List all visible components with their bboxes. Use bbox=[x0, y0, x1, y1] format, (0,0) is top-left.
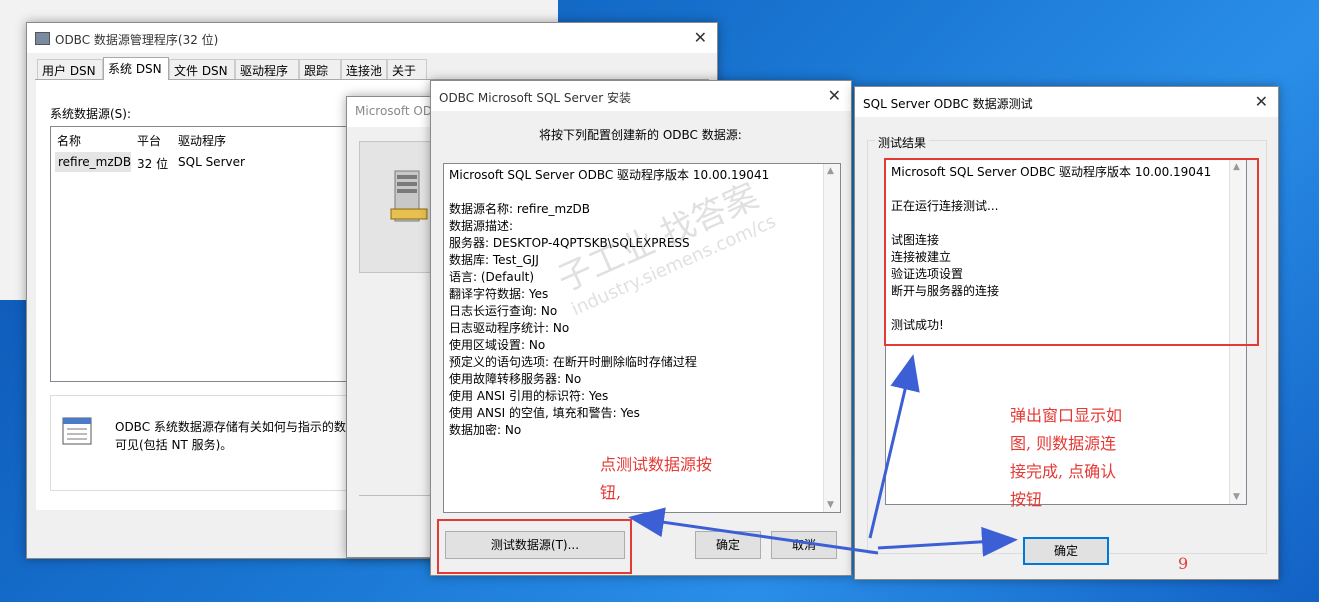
config-line: 数据加密: No bbox=[449, 423, 522, 437]
tab-about[interactable]: 关于 bbox=[387, 59, 427, 79]
dsn-platform-cell: 32 位 bbox=[137, 157, 169, 171]
note-line: 图, 则数据源连 bbox=[1010, 434, 1117, 453]
config-line: 使用 ANSI 的空值, 填充和警告: Yes bbox=[449, 406, 640, 420]
config-line: 翻译字符数据: Yes bbox=[449, 287, 549, 301]
config-line: 服务器: DESKTOP-4QPTSKB\SQLEXPRESS bbox=[449, 236, 690, 250]
info-box: ODBC 系统数据源存储有关如何与指示的数 可见(包括 NT 服务)。 bbox=[50, 395, 352, 491]
close-icon[interactable]: ✕ bbox=[694, 28, 707, 47]
tab-connection-pooling[interactable]: 连接池 bbox=[341, 59, 387, 79]
dsn-driver-cell: SQL Server bbox=[178, 155, 245, 169]
setup-title: ODBC Microsoft SQL Server 安装 bbox=[439, 91, 632, 105]
note-line: 接完成, 点确认 bbox=[1010, 462, 1117, 481]
test-title: SQL Server ODBC 数据源测试 bbox=[863, 97, 1033, 111]
server-icon bbox=[390, 170, 428, 222]
scroll-up-icon[interactable]: ▲ bbox=[827, 166, 834, 176]
scroll-down-icon[interactable]: ▼ bbox=[1233, 492, 1240, 502]
config-line bbox=[449, 184, 769, 201]
column-platform-header[interactable]: 平台 bbox=[137, 132, 161, 149]
note-popup-result: 弹出窗口显示如 图, 则数据源连 接完成, 点确认 按钮 bbox=[1010, 402, 1122, 514]
system-dsn-list[interactable]: 名称 平台 驱动程序 refire_mzDB 32 位 SQL Server bbox=[50, 126, 352, 382]
info-text-line1: ODBC 系统数据源存储有关如何与指示的数 bbox=[115, 420, 346, 434]
setup-titlebar: ODBC Microsoft SQL Server 安装 ✕ bbox=[431, 81, 851, 111]
tab-file-dsn[interactable]: 文件 DSN bbox=[169, 59, 235, 79]
cancel-button[interactable]: 取消 bbox=[771, 531, 837, 559]
ok-button[interactable]: 确定 bbox=[695, 531, 761, 559]
config-line: 数据库: Test_GJJ bbox=[449, 253, 539, 267]
highlight-test-results bbox=[884, 158, 1259, 346]
setup-heading: 将按下列配置创建新的 ODBC 数据源: bbox=[539, 128, 742, 142]
test-ok-button[interactable]: 确定 bbox=[1023, 537, 1109, 565]
database-info-icon bbox=[62, 417, 92, 445]
test-results-label: 测试结果 bbox=[875, 134, 930, 151]
config-line: 数据源描述: bbox=[449, 219, 514, 233]
config-line: 日志长运行查询: No bbox=[449, 304, 558, 318]
tab-strip: 用户 DSN 系统 DSN 文件 DSN 驱动程序 跟踪 连接池 关于 bbox=[35, 57, 709, 80]
tab-user-dsn[interactable]: 用户 DSN bbox=[37, 59, 103, 79]
config-line: 数据源名称: refire_mzDB bbox=[449, 202, 590, 216]
column-driver-header[interactable]: 驱动程序 bbox=[178, 132, 226, 149]
odbc-admin-titlebar: ODBC 数据源管理程序(32 位) ✕ bbox=[27, 23, 717, 53]
test-titlebar: SQL Server ODBC 数据源测试 ✕ bbox=[855, 87, 1278, 117]
scrollbar[interactable]: ▲ ▼ bbox=[823, 164, 840, 512]
app-icon bbox=[35, 32, 50, 45]
close-icon[interactable]: ✕ bbox=[828, 86, 841, 105]
tab-drivers[interactable]: 驱动程序 bbox=[235, 59, 299, 79]
config-line: 使用 ANSI 引用的标识符: Yes bbox=[449, 389, 609, 403]
window-title: ODBC 数据源管理程序(32 位) bbox=[55, 33, 219, 47]
config-line: 语言: (Default) bbox=[449, 270, 535, 284]
config-line: 日志驱动程序统计: No bbox=[449, 321, 570, 335]
config-line: Microsoft SQL Server ODBC 驱动程序版本 10.00.1… bbox=[449, 168, 770, 182]
scroll-down-icon[interactable]: ▼ bbox=[827, 500, 834, 510]
create-dsn-title: Microsoft OD bbox=[355, 104, 433, 118]
highlight-test-button bbox=[437, 519, 632, 574]
note-line: 钮, bbox=[600, 483, 622, 502]
dsn-name-cell: refire_mzDB bbox=[58, 155, 132, 169]
tab-tracing[interactable]: 跟踪 bbox=[299, 59, 341, 79]
info-text-line2: 可见(包括 NT 服务)。 bbox=[115, 438, 233, 452]
step-number: 9 bbox=[1178, 554, 1189, 573]
note-line: 点测试数据源按 bbox=[600, 455, 713, 474]
config-line: 使用故障转移服务器: No bbox=[449, 372, 582, 386]
config-line: 预定义的语句选项: 在断开时删除临时存储过程 bbox=[449, 355, 697, 369]
column-name-header[interactable]: 名称 bbox=[57, 132, 81, 149]
tab-system-dsn[interactable]: 系统 DSN bbox=[103, 57, 169, 80]
note-line: 按钮 bbox=[1010, 490, 1043, 509]
note-line: 弹出窗口显示如 bbox=[1010, 406, 1123, 425]
note-click-test-button: 点测试数据源按 钮, bbox=[600, 451, 712, 507]
close-icon[interactable]: ✕ bbox=[1255, 92, 1268, 111]
config-line: 使用区域设置: No bbox=[449, 338, 546, 352]
system-dsn-label: 系统数据源(S): bbox=[50, 107, 132, 121]
